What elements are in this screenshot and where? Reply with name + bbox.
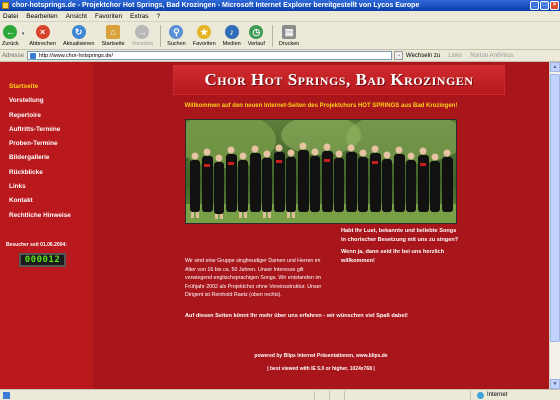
window-title: chor-hotsprings.de - Projektchor Hot Spr… bbox=[12, 2, 420, 9]
ie-app-icon bbox=[2, 2, 9, 9]
scroll-down-arrow-icon[interactable]: ▼ bbox=[550, 379, 560, 389]
search-icon: ⚲ bbox=[169, 25, 184, 39]
closing-text: Auf diesen Seiten könnt Ihr mehr über un… bbox=[185, 313, 408, 319]
toolbar-separator bbox=[271, 25, 273, 47]
window-titlebar: chor-hotsprings.de - Projektchor Hot Spr… bbox=[0, 0, 560, 11]
back-button[interactable]: ← Zurück bbox=[2, 25, 19, 47]
nav-bildergallerie[interactable]: Bildergallerie bbox=[0, 151, 93, 165]
welcome-text: Willkommen auf den neuen Internet-Seiten… bbox=[184, 103, 458, 109]
forward-arrow-icon: → bbox=[135, 25, 150, 39]
best-viewed-note: | best viewed with IE 5.0 or higher, 102… bbox=[267, 366, 375, 372]
favorites-label: Favoriten bbox=[192, 41, 216, 47]
scrollbar-thumb[interactable] bbox=[550, 74, 560, 342]
media-button[interactable]: ♪ Medien bbox=[223, 25, 241, 47]
visitor-counter: 000012 bbox=[19, 253, 66, 267]
stop-label: Abbrechen bbox=[29, 41, 56, 47]
printer-icon: ▤ bbox=[282, 25, 297, 39]
media-label: Medien bbox=[222, 41, 241, 47]
refresh-label: Aktualisieren bbox=[62, 41, 95, 47]
print-button[interactable]: ▤ Drucken bbox=[279, 25, 299, 47]
address-label: Adresse bbox=[2, 52, 25, 59]
menu-help[interactable]: ? bbox=[157, 13, 161, 20]
nav-links[interactable]: Links bbox=[0, 180, 93, 194]
promo-invitation: Wenn ja, dann seid Ihr bei uns herzlich … bbox=[341, 249, 445, 264]
history-icon: ◷ bbox=[249, 25, 264, 39]
site-content: Chor Hot Springs, Bad Krozingen Willkomm… bbox=[93, 62, 549, 389]
back-dropdown-icon[interactable]: ▾ bbox=[22, 31, 25, 37]
powered-by-link[interactable]: powered by Blips Internet Präsentationen… bbox=[93, 353, 549, 359]
status-cell bbox=[314, 390, 315, 400]
history-button[interactable]: ◷ Verlauf bbox=[248, 25, 265, 47]
menu-bearbeiten[interactable]: Bearbeiten bbox=[26, 13, 57, 20]
links-button[interactable]: Links bbox=[448, 53, 462, 59]
zone-label: Internet bbox=[487, 392, 508, 398]
security-zone: Internet bbox=[470, 390, 560, 400]
nav-vorstellung[interactable]: Vorstellung bbox=[0, 94, 93, 108]
address-bar: Adresse http://www.chor-hotsprings.de/ →… bbox=[0, 50, 560, 62]
status-cell bbox=[344, 390, 345, 400]
site-header-banner: Chor Hot Springs, Bad Krozingen bbox=[173, 65, 505, 95]
go-arrow-icon[interactable]: → bbox=[394, 51, 404, 60]
menu-favoriten[interactable]: Favoriten bbox=[95, 13, 122, 20]
refresh-button[interactable]: ↻ Aktualisieren bbox=[62, 25, 95, 47]
forward-label: Vorwärts bbox=[131, 41, 154, 47]
print-label: Drucken bbox=[278, 41, 300, 47]
address-input[interactable]: http://www.chor-hotsprings.de/ bbox=[27, 51, 393, 60]
forward-button[interactable]: → Vorwärts bbox=[132, 25, 153, 47]
search-button[interactable]: ⚲ Suchen bbox=[167, 25, 186, 47]
nav-proben-termine[interactable]: Proben-Termine bbox=[0, 137, 93, 151]
scroll-up-arrow-icon[interactable]: ▲ bbox=[550, 62, 560, 72]
wechseln-button[interactable]: Wechseln zu bbox=[406, 53, 440, 59]
page-icon bbox=[30, 52, 37, 59]
history-label: Verlauf bbox=[247, 41, 265, 47]
nav-rechtliche-hinweise[interactable]: Rechtliche Hinweise bbox=[0, 209, 93, 223]
status-bar: Internet bbox=[0, 389, 560, 400]
search-label: Suchen bbox=[167, 41, 186, 47]
home-label: Startseite bbox=[101, 41, 125, 47]
window-controls: _ □ × bbox=[530, 1, 559, 10]
site-sidebar: Startseite Vorstellung Repertoire Auftri… bbox=[0, 62, 93, 389]
norton-antivirus-button[interactable]: Norton AntiVirus bbox=[470, 53, 513, 59]
nav-startseite[interactable]: Startseite bbox=[0, 80, 93, 94]
nav-auftritts-termine[interactable]: Auftritts-Termine bbox=[0, 123, 93, 137]
home-button[interactable]: ⌂ Startseite bbox=[101, 25, 125, 47]
globe-icon bbox=[477, 391, 484, 399]
minimize-button[interactable]: _ bbox=[530, 1, 539, 10]
intro-paragraph: Wir sind eine Gruppe singfreudiger Damen… bbox=[185, 258, 322, 299]
address-url: http://www.chor-hotsprings.de/ bbox=[39, 52, 113, 59]
stop-button[interactable]: × Abbrechen bbox=[29, 25, 56, 47]
page-viewport: Startseite Vorstellung Repertoire Auftri… bbox=[0, 62, 560, 389]
media-icon: ♪ bbox=[224, 25, 239, 39]
menu-extras[interactable]: Extras bbox=[130, 13, 148, 20]
visitor-counter-label: Besucher seit 01.06.2004: bbox=[6, 242, 67, 248]
back-arrow-icon: ← bbox=[3, 25, 18, 39]
choir-group-photo bbox=[185, 119, 457, 224]
nav-rueckblicke[interactable]: Rückblicke bbox=[0, 166, 93, 180]
nav-kontakt[interactable]: Kontakt bbox=[0, 194, 93, 208]
toolbar-separator bbox=[160, 25, 162, 47]
vertical-scrollbar[interactable]: ▲ ▼ bbox=[549, 62, 560, 389]
stop-icon: × bbox=[35, 25, 50, 39]
page-done-icon bbox=[3, 391, 10, 399]
promo-question: Habt Ihr Lust, bekannte und beliebte Son… bbox=[341, 228, 459, 243]
address-extras: Links Norton AntiVirus bbox=[448, 53, 513, 59]
back-label: Zurück bbox=[2, 41, 19, 47]
nav-repertoire[interactable]: Repertoire bbox=[0, 109, 93, 123]
menu-ansicht[interactable]: Ansicht bbox=[66, 13, 87, 20]
menubar: Datei Bearbeiten Ansicht Favoriten Extra… bbox=[0, 11, 560, 22]
close-button[interactable]: × bbox=[550, 1, 559, 10]
status-cell bbox=[329, 390, 330, 400]
site-nav: Startseite Vorstellung Repertoire Auftri… bbox=[0, 62, 93, 223]
favorites-button[interactable]: ★ Favoriten bbox=[193, 25, 216, 47]
maximize-button[interactable]: □ bbox=[540, 1, 549, 10]
website: Startseite Vorstellung Repertoire Auftri… bbox=[0, 62, 549, 389]
choir-photo-image bbox=[186, 120, 456, 223]
menu-datei[interactable]: Datei bbox=[3, 13, 18, 20]
toolbar: ← Zurück ▾ × Abbrechen ↻ Aktualisieren ⌂… bbox=[0, 22, 560, 50]
star-icon: ★ bbox=[197, 25, 212, 39]
home-icon: ⌂ bbox=[106, 25, 121, 39]
refresh-icon: ↻ bbox=[71, 25, 86, 39]
